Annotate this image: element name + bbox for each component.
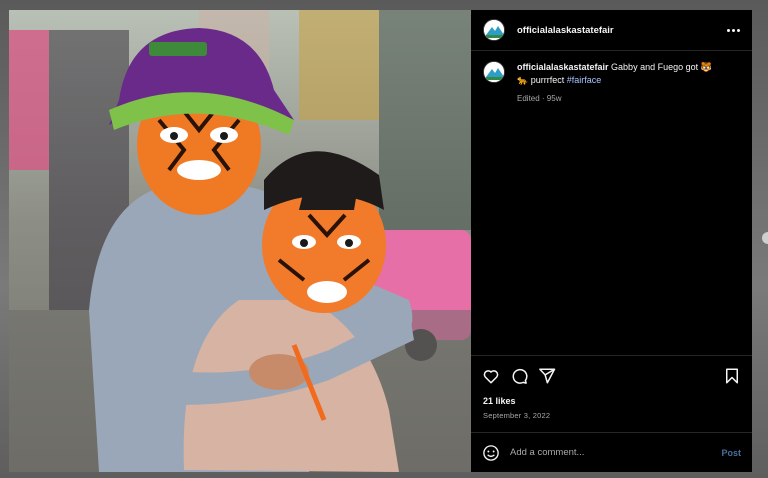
post-modal: officialalaskastatefair officialalaskast… [9,10,752,472]
comment-bar: Add a comment... Post [471,432,752,472]
comment-icon[interactable] [510,367,528,385]
post-header: officialalaskastatefair [471,10,752,51]
likes-count[interactable]: 21 likes [471,396,752,406]
caption-text: officialalaskastatefair Gabby and Fuego … [517,61,712,355]
leopard-emoji: 🐆 [517,75,529,85]
caption-avatar[interactable] [483,61,505,83]
header-username[interactable]: officialalaskastatefair [517,25,614,36]
post-comment-button[interactable]: Post [721,448,741,458]
hashtag-link[interactable]: #fairface [567,75,602,85]
caption-body-1: Gabby and Fuego got [608,62,701,72]
next-post-arrow[interactable] [762,232,768,244]
heart-icon[interactable] [482,367,500,385]
tiger-emoji: 🐯 [700,62,712,72]
account-avatar[interactable] [483,19,505,41]
bookmark-icon[interactable] [723,367,741,385]
action-bar [471,355,752,395]
avatar-logo-icon [484,62,504,82]
more-options-icon[interactable] [727,28,740,32]
post-date[interactable]: September 3, 2022 [471,406,752,420]
comment-input[interactable]: Add a comment... [510,447,721,458]
caption-username[interactable]: officialalaskastatefair [517,62,609,72]
post-photo[interactable] [9,10,471,472]
emoji-icon[interactable] [482,444,500,462]
caption-row: officialalaskastatefair Gabby and Fuego … [471,51,752,355]
photo-illustration [9,10,471,472]
post-side-panel: officialalaskastatefair officialalaskast… [471,10,752,472]
caption-body-2: purrrfect [528,75,567,85]
caption-meta: Edited · 95w [517,94,562,103]
share-icon[interactable] [538,367,556,385]
avatar-logo-icon [484,20,504,40]
